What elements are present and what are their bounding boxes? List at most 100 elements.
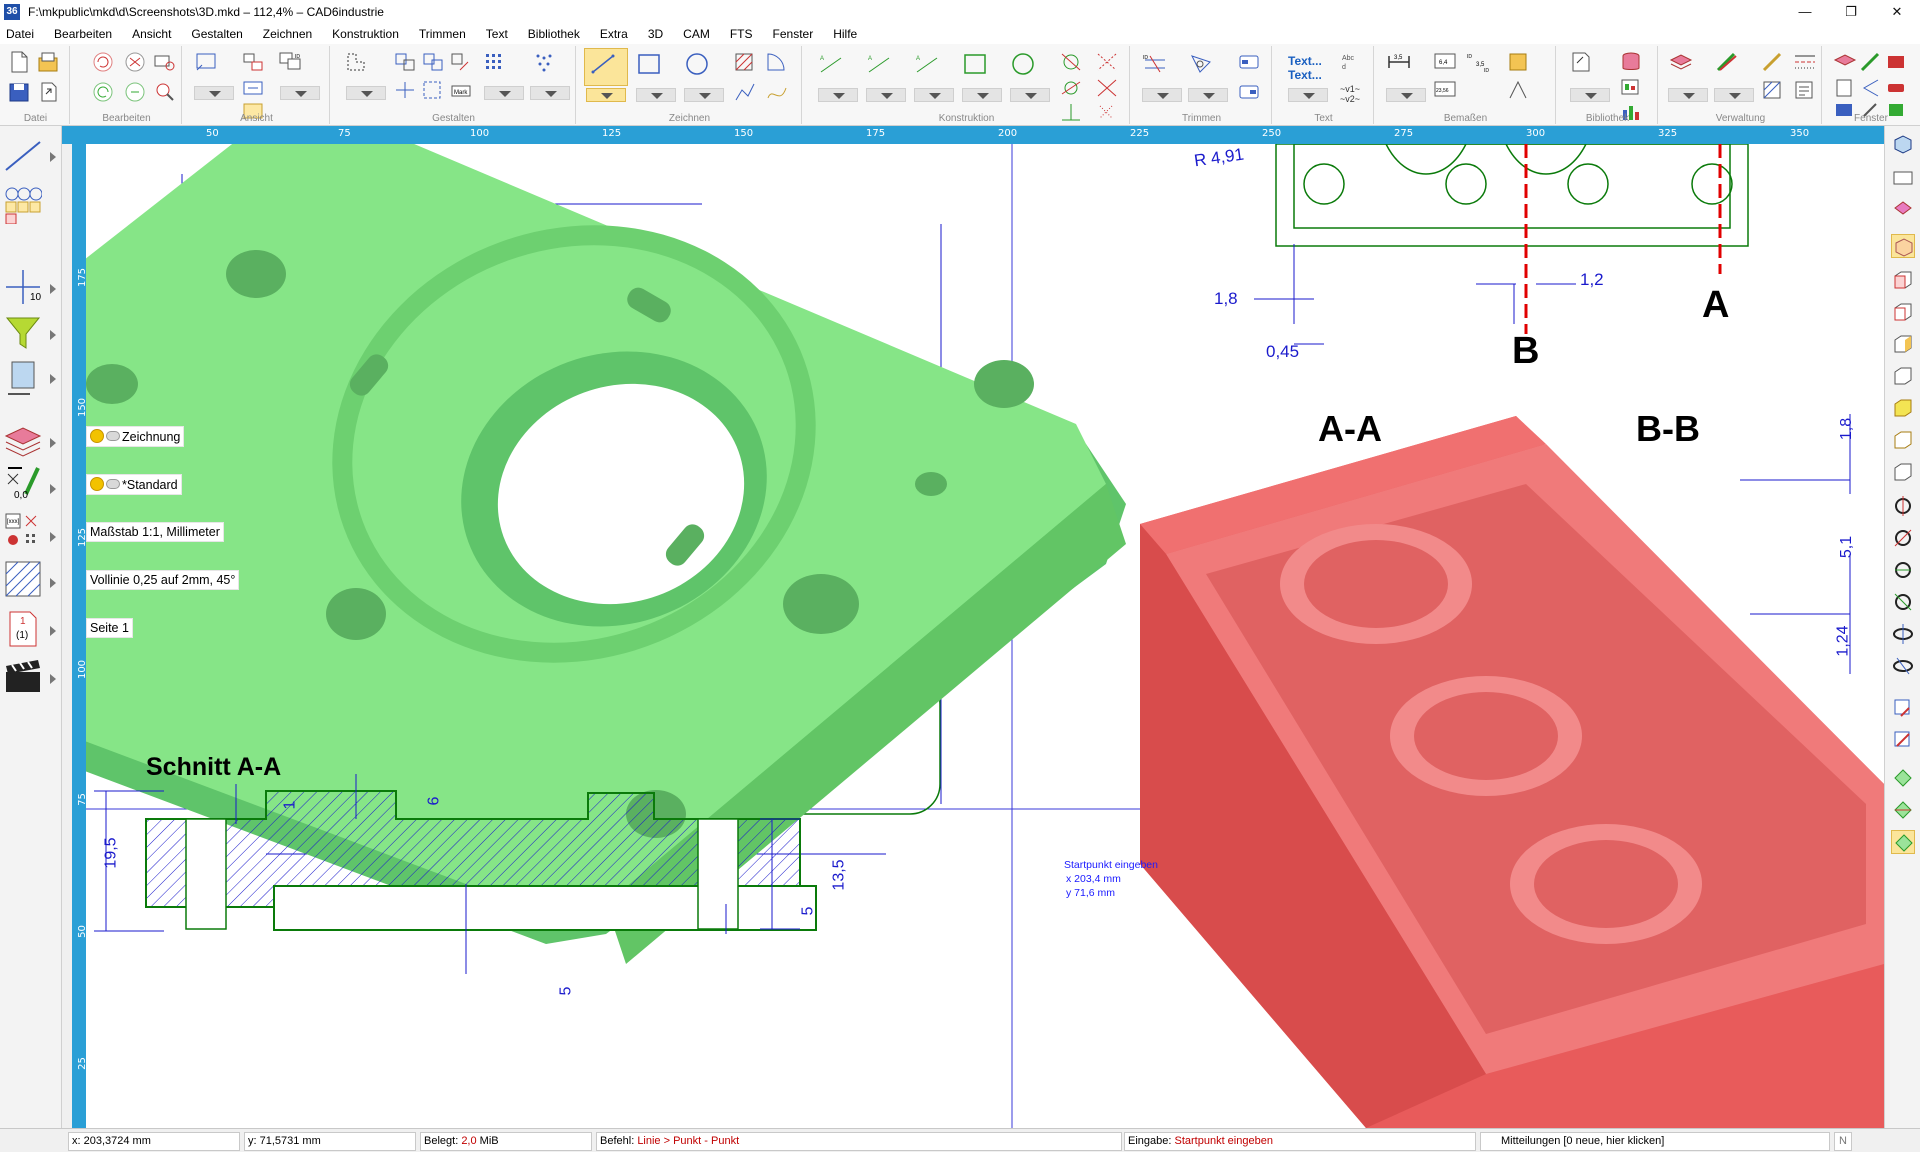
window-angle-icon[interactable] <box>1858 76 1880 100</box>
menu-text[interactable]: Text <box>486 27 508 41</box>
konstruktion-dropdown-1[interactable] <box>818 88 858 102</box>
delete-icon[interactable] <box>122 50 148 74</box>
rotate-x-icon[interactable] <box>1891 494 1915 518</box>
symbol-icon[interactable] <box>1618 76 1644 100</box>
gestalten-dropdown-3[interactable] <box>530 86 570 100</box>
window-layers-icon[interactable] <box>1832 50 1857 74</box>
move-icon[interactable] <box>392 50 418 74</box>
n-toggle-button[interactable]: N <box>1834 1132 1852 1151</box>
copy-move-icon[interactable] <box>420 50 446 74</box>
clapperboard-expand-icon[interactable] <box>50 674 56 684</box>
hatch-tool-icon[interactable] <box>732 50 758 74</box>
menu-cam[interactable]: CAM <box>683 27 710 41</box>
pan-icon[interactable] <box>240 50 266 74</box>
dimension-settings-icon[interactable] <box>1506 50 1532 74</box>
new-file-icon[interactable] <box>6 50 32 74</box>
save-file-icon[interactable] <box>6 80 32 104</box>
view-orbit-icon[interactable] <box>1891 196 1915 220</box>
crosshair-expand-icon[interactable] <box>50 284 56 294</box>
mirror-icon[interactable] <box>392 78 418 102</box>
view-hidden-icon[interactable] <box>1891 460 1915 484</box>
polyline-tool-icon[interactable] <box>732 80 758 104</box>
pattern-icon[interactable] <box>532 50 568 84</box>
fillet-dropdown[interactable] <box>1188 88 1228 102</box>
text-variables-button[interactable]: ~v1~ ~v2~ <box>1340 84 1360 104</box>
tangent-icon[interactable] <box>1058 76 1084 100</box>
dimension-dropdown[interactable] <box>1386 88 1426 102</box>
view-3d-box-icon[interactable] <box>1891 132 1915 156</box>
menu-bibliothek[interactable]: Bibliothek <box>528 27 580 41</box>
circle-dropdown[interactable] <box>684 88 724 102</box>
text-format-icon[interactable]: Abc d <box>1340 50 1366 74</box>
trim-dropdown[interactable] <box>1142 88 1182 102</box>
filter-expand-icon[interactable] <box>50 330 56 340</box>
zoom-dropdown[interactable] <box>194 86 234 100</box>
monitor-expand-icon[interactable] <box>50 374 56 384</box>
delete-all-construction-icon[interactable] <box>1094 76 1120 100</box>
horizontal-ruler[interactable]: 50 75 100 125 150 175 200 225 250 275 30… <box>62 126 1884 144</box>
view-top-icon[interactable] <box>1891 166 1915 190</box>
construction-circle-icon[interactable] <box>1010 52 1046 84</box>
scale-tag[interactable]: Maßstab 1:1, Millimeter <box>86 522 224 542</box>
section-plane-icon[interactable] <box>1891 766 1915 790</box>
redo-icon[interactable] <box>90 80 116 104</box>
pens-icon[interactable] <box>1714 50 1750 84</box>
hatch-expand-icon[interactable] <box>50 578 56 588</box>
marker-icon[interactable]: Mark <box>448 78 474 102</box>
layer-tag-zeichnung[interactable]: Zeichnung <box>86 426 185 447</box>
page-tag[interactable]: Seite 1 <box>86 618 133 638</box>
messages-button[interactable]: Mitteilungen [0 neue, hier klicken] <box>1480 1132 1830 1151</box>
window-car-icon[interactable] <box>1884 76 1906 100</box>
text-tool-button[interactable]: Text... Text... <box>1288 54 1322 82</box>
filter-icon[interactable] <box>4 314 42 352</box>
pens-dropdown[interactable] <box>1714 88 1754 102</box>
dimension-diameter-icon[interactable]: 23,56 <box>1432 78 1458 102</box>
pen-width-expand-icon[interactable] <box>50 484 56 494</box>
menu-bearbeiten[interactable]: Bearbeiten <box>54 27 112 41</box>
line-mode-expand-icon[interactable] <box>50 152 56 162</box>
view-wire-icon[interactable] <box>1891 428 1915 452</box>
trim-icon[interactable]: ID <box>1142 52 1178 84</box>
menu-fts[interactable]: FTS <box>730 27 753 41</box>
konstruktion-dropdown-2[interactable] <box>866 88 906 102</box>
dimension-style-icon[interactable] <box>1506 78 1532 102</box>
menu-3d[interactable]: 3D <box>648 27 663 41</box>
undo-icon[interactable] <box>90 50 116 74</box>
layer-expand-icon[interactable] <box>50 438 56 448</box>
gestalten-dropdown-1[interactable] <box>346 86 386 100</box>
view-back-icon[interactable] <box>1891 300 1915 324</box>
menu-trimmen[interactable]: Trimmen <box>419 27 466 41</box>
move-view-2-icon[interactable] <box>1891 728 1915 752</box>
break-icon[interactable] <box>1236 50 1262 74</box>
clapperboard-icon[interactable] <box>4 658 42 696</box>
construction-line-2-icon[interactable]: A <box>866 52 902 84</box>
circle-tool-icon[interactable] <box>684 52 720 84</box>
library-insert-icon[interactable] <box>1568 50 1606 84</box>
pen-settings-icon[interactable] <box>1760 50 1786 74</box>
scale-icon[interactable] <box>420 78 446 102</box>
text-dropdown[interactable] <box>1288 88 1328 102</box>
text-styles-icon[interactable] <box>1792 78 1818 102</box>
hatch-settings-icon[interactable] <box>1760 78 1786 102</box>
open-file-icon[interactable] <box>36 50 62 74</box>
line-mode-icon[interactable] <box>4 136 42 174</box>
point-snap-icon[interactable]: [xxx] <box>4 512 42 550</box>
line-tool-icon[interactable] <box>590 52 624 82</box>
window-doc-icon[interactable] <box>1832 76 1854 100</box>
gestalten-dropdown-2[interactable] <box>484 86 524 100</box>
rotate-icon[interactable] <box>448 50 474 74</box>
layer-stack-icon[interactable] <box>4 420 42 458</box>
spline-tool-icon[interactable] <box>764 80 790 104</box>
rotate-y-neg-icon[interactable] <box>1891 590 1915 614</box>
rotate-y-icon[interactable] <box>1891 558 1915 582</box>
copy-icon[interactable] <box>122 80 148 104</box>
konstruktion-dropdown-3[interactable] <box>914 88 954 102</box>
group-objects-icon[interactable] <box>344 50 380 84</box>
menu-fenster[interactable]: Fenster <box>773 27 814 41</box>
viewports-icon[interactable]: ID <box>278 50 318 84</box>
move-view-icon[interactable] <box>1891 696 1915 720</box>
search-icon[interactable] <box>152 80 178 104</box>
monitor-icon[interactable] <box>4 358 42 396</box>
drawing-canvas[interactable]: Schnitt A-A A-A B-B A B R 4,91 1,8 0,45 … <box>86 144 1884 1128</box>
konstruktion-dropdown-4[interactable] <box>962 88 1002 102</box>
